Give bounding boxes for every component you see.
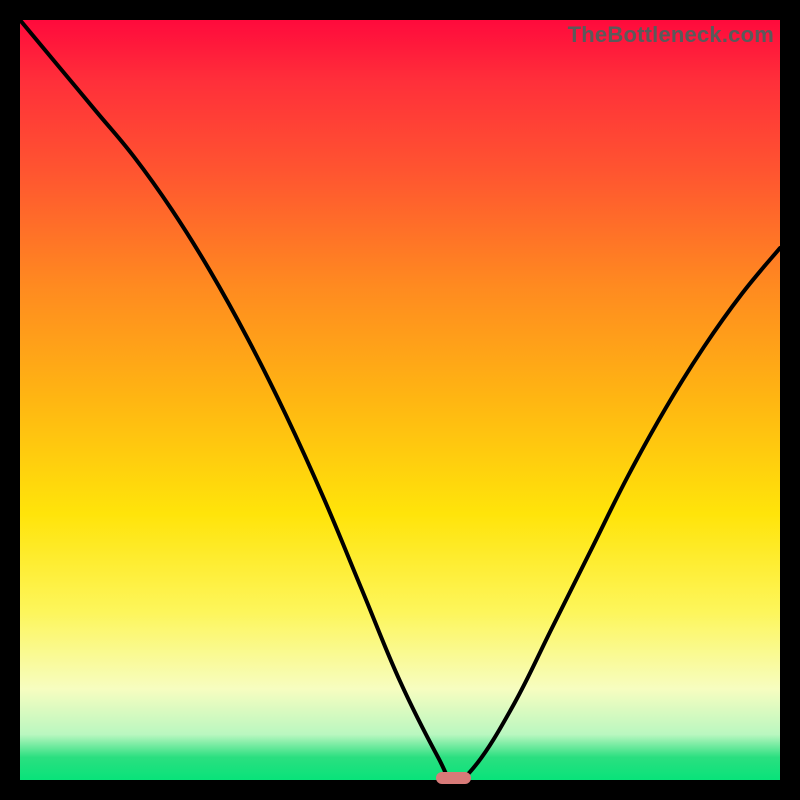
- bottleneck-curve: [20, 20, 780, 780]
- chart-frame: TheBottleneck.com: [0, 0, 800, 800]
- optimal-marker: [436, 772, 471, 785]
- plot-area: TheBottleneck.com: [20, 20, 780, 780]
